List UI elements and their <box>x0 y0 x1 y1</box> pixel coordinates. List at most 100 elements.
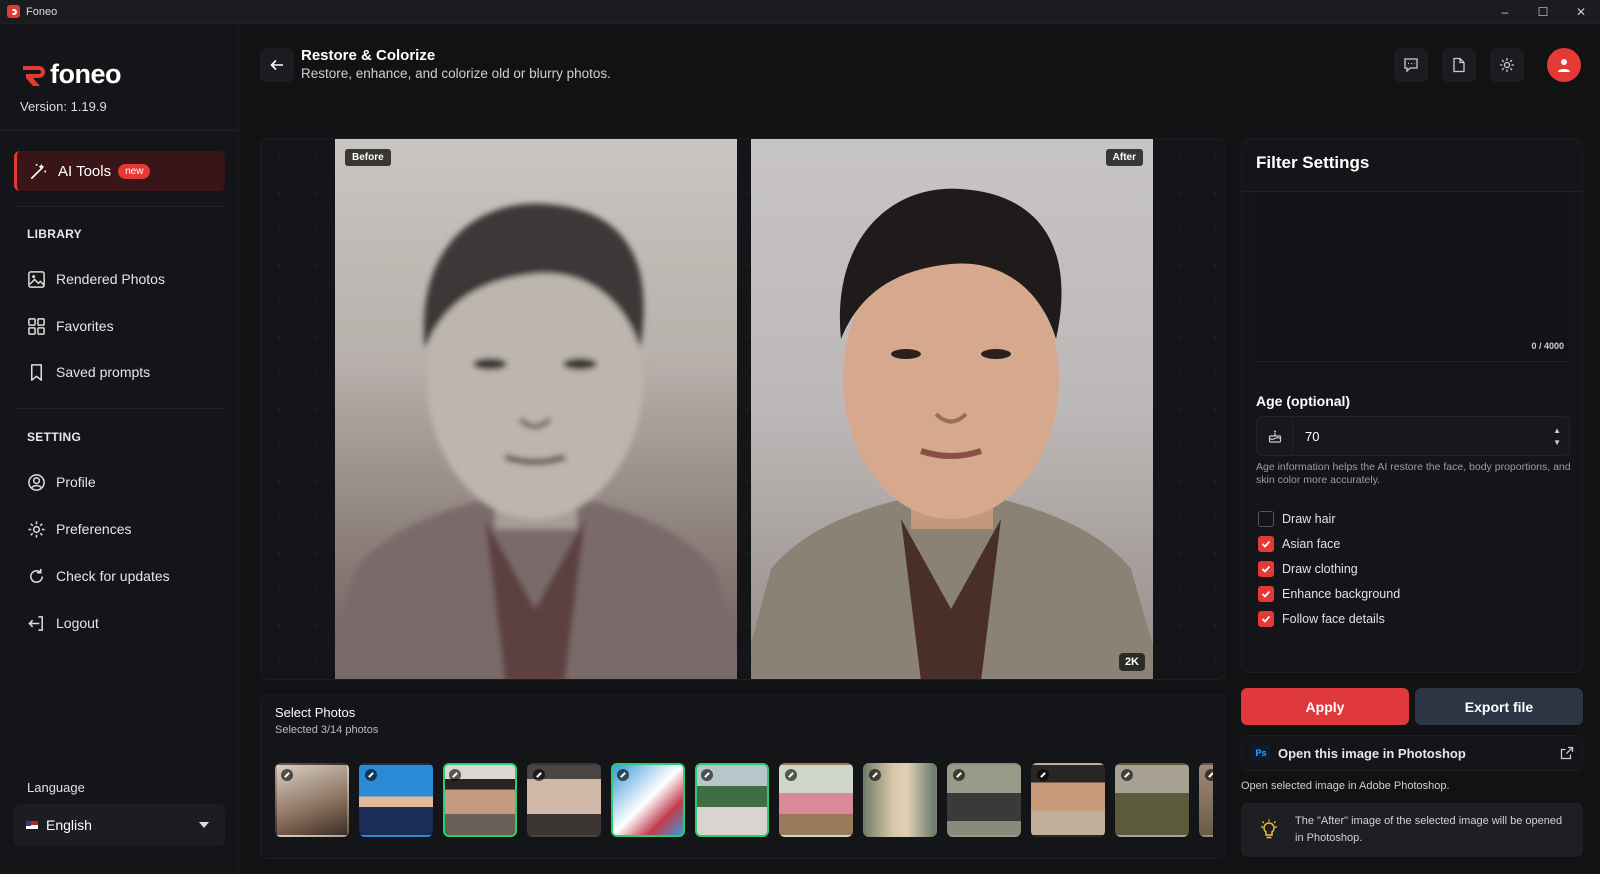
filter-settings-panel: Filter Settings 0 / 4000 Age (optional) … <box>1241 138 1583 673</box>
check-icon <box>1261 565 1271 573</box>
user-avatar-button[interactable] <box>1547 48 1581 82</box>
checkbox-label: Asian face <box>1282 537 1341 551</box>
apply-button[interactable]: Apply <box>1241 688 1409 725</box>
gear-icon <box>1500 58 1514 72</box>
thumbnail-strip <box>275 763 1213 839</box>
edit-icon[interactable] <box>1121 769 1133 781</box>
draw-hair-checkbox[interactable]: Draw hair <box>1258 511 1336 527</box>
photo-thumbnail[interactable] <box>527 763 601 837</box>
us-flag-icon <box>26 821 38 829</box>
sidebar-item-preferences[interactable]: Preferences <box>27 518 131 540</box>
before-after-preview: Before After 2K <box>260 138 1226 680</box>
language-select[interactable]: English <box>14 804 225 846</box>
edit-icon[interactable] <box>617 769 629 781</box>
edit-icon[interactable] <box>785 769 797 781</box>
photo-thumbnail[interactable] <box>1199 763 1213 837</box>
edit-icon[interactable] <box>449 769 461 781</box>
photo-thumbnail[interactable] <box>779 763 853 837</box>
chat-icon <box>1404 58 1418 73</box>
edit-icon[interactable] <box>533 769 545 781</box>
document-button[interactable] <box>1442 48 1476 82</box>
bookmark-icon <box>30 363 43 381</box>
minimize-button[interactable]: – <box>1486 0 1524 24</box>
age-label: Age (optional) <box>1256 393 1351 409</box>
sidebar-item-saved-prompts[interactable]: Saved prompts <box>27 361 150 383</box>
library-section-title: LIBRARY <box>27 227 82 241</box>
checkbox-label: Draw hair <box>1282 512 1336 526</box>
open-in-photoshop-button[interactable]: Ps Open this image in Photoshop <box>1241 735 1583 771</box>
sidebar-item-rendered-photos[interactable]: Rendered Photos <box>27 268 165 290</box>
photoshop-icon: Ps <box>1252 745 1270 761</box>
settings-button[interactable] <box>1490 48 1524 82</box>
photo-thumbnail-selected[interactable] <box>611 763 685 837</box>
external-link-icon <box>1560 746 1574 760</box>
photoshop-description: Open selected image in Adobe Photoshop. <box>1241 780 1450 792</box>
open-photoshop-label: Open this image in Photoshop <box>1278 745 1466 761</box>
character-counter: 0 / 4000 <box>1531 341 1564 351</box>
prompt-textarea[interactable]: 0 / 4000 <box>1256 193 1570 362</box>
photo-thumbnail[interactable] <box>947 763 1021 837</box>
divider <box>14 408 225 409</box>
brand-logo: foneo <box>20 59 122 90</box>
edit-icon[interactable] <box>365 769 377 781</box>
sidebar-item-ai-tools[interactable]: AI Tools new <box>14 151 225 191</box>
checkbox-unchecked[interactable] <box>1258 511 1274 527</box>
brand-name: foneo <box>50 59 122 89</box>
back-button[interactable] <box>260 48 294 82</box>
sidebar-item-check-updates[interactable]: Check for updates <box>27 565 170 587</box>
sidebar-item-profile[interactable]: Profile <box>27 471 96 493</box>
tip-text: The "After" image of the selected image … <box>1295 815 1563 844</box>
photo-thumbnail[interactable] <box>863 763 937 837</box>
photo-thumbnail[interactable] <box>275 763 349 837</box>
age-input[interactable]: 70 ▲ ▼ <box>1256 416 1570 456</box>
edit-icon[interactable] <box>281 769 293 781</box>
photo-thumbnail[interactable] <box>1115 763 1189 837</box>
language-value: English <box>46 817 92 833</box>
photo-thumbnail-selected[interactable] <box>443 763 517 837</box>
age-help-text: Age information helps the AI restore the… <box>1256 461 1571 486</box>
after-label: After <box>1105 149 1143 166</box>
image-icon <box>28 270 45 288</box>
sidebar-item-logout[interactable]: Logout <box>27 612 99 634</box>
sidebar-item-favorites[interactable]: Favorites <box>27 315 114 337</box>
edit-icon[interactable] <box>1037 769 1049 781</box>
before-photo: Before <box>335 139 737 679</box>
sidebar-item-label: Profile <box>56 474 96 490</box>
photo-thumbnail-selected[interactable] <box>695 763 769 837</box>
maximize-button[interactable]: ☐ <box>1524 0 1562 24</box>
photo-thumbnail[interactable] <box>1031 763 1105 837</box>
cake-icon <box>1257 417 1293 455</box>
sidebar-item-label: Logout <box>56 615 99 631</box>
sidebar-item-label: Check for updates <box>56 568 170 584</box>
checkbox-checked[interactable] <box>1258 536 1274 552</box>
checkbox-checked[interactable] <box>1258 561 1274 577</box>
photoshop-tip: The "After" image of the selected image … <box>1241 803 1583 857</box>
close-button[interactable]: ✕ <box>1562 0 1600 24</box>
page-title: Restore & Colorize <box>301 47 436 64</box>
edit-icon[interactable] <box>953 769 965 781</box>
check-icon <box>1261 615 1271 623</box>
magic-wand-icon <box>30 163 47 179</box>
follow-face-details-checkbox[interactable]: Follow face details <box>1258 611 1385 627</box>
edit-icon[interactable] <box>701 769 713 781</box>
edit-icon[interactable] <box>869 769 881 781</box>
checkbox-checked[interactable] <box>1258 611 1274 627</box>
draw-clothing-checkbox[interactable]: Draw clothing <box>1258 561 1358 577</box>
feedback-button[interactable] <box>1394 48 1428 82</box>
sidebar-item-label: Rendered Photos <box>56 271 165 287</box>
number-stepper-icon[interactable]: ▲ ▼ <box>1553 425 1561 449</box>
foneo-logo-icon <box>20 62 46 88</box>
sidebar-item-label: Preferences <box>56 521 132 537</box>
enhance-background-checkbox[interactable]: Enhance background <box>1258 586 1400 602</box>
select-photos-panel: Select Photos Selected 3/14 photos <box>260 694 1226 859</box>
lightbulb-icon <box>1261 819 1277 839</box>
export-file-button[interactable]: Export file <box>1415 688 1583 725</box>
edit-icon[interactable] <box>1205 769 1213 781</box>
divider <box>1242 191 1582 192</box>
after-photo: After 2K <box>751 139 1153 679</box>
checkbox-checked[interactable] <box>1258 586 1274 602</box>
filter-settings-title: Filter Settings <box>1256 153 1370 172</box>
photo-thumbnail[interactable] <box>359 763 433 837</box>
select-photos-title: Select Photos <box>275 705 356 720</box>
asian-face-checkbox[interactable]: Asian face <box>1258 536 1340 552</box>
